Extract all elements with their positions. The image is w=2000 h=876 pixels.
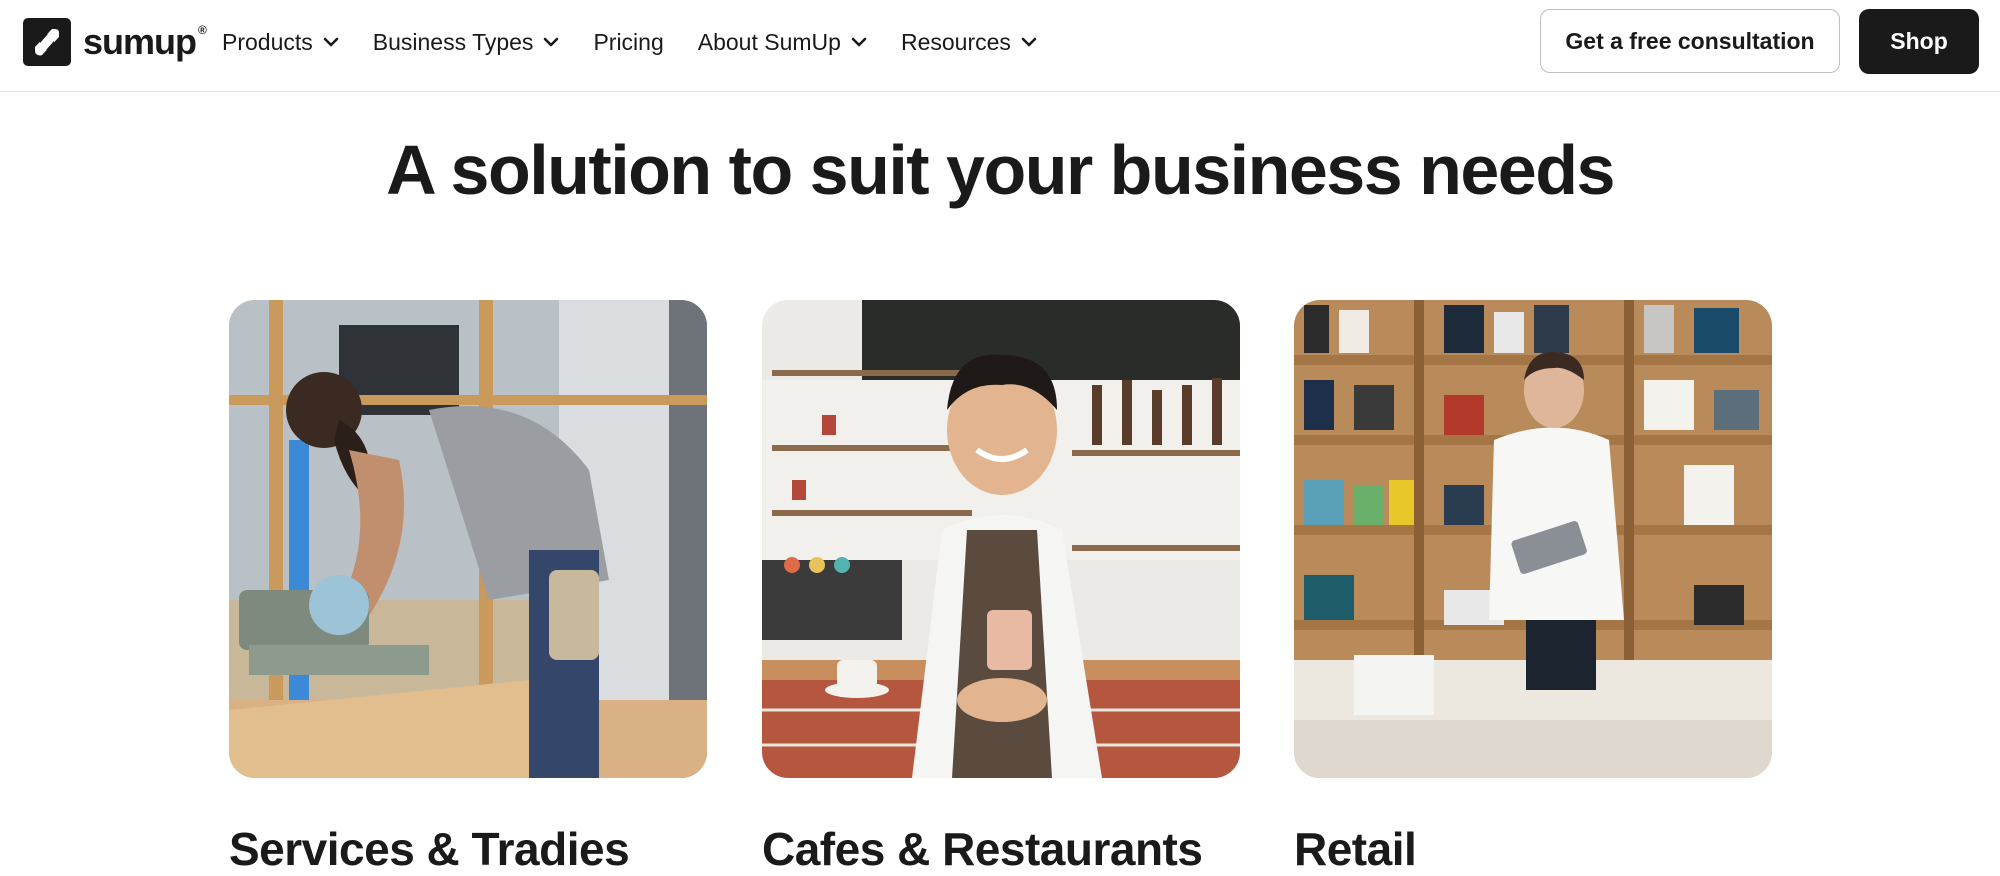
nav-item-label: Pricing bbox=[593, 28, 664, 55]
top-navigation: sumup ® Products Business Types Pricing A… bbox=[0, 0, 2000, 92]
chevron-down-icon bbox=[543, 37, 559, 47]
card-title[interactable]: Retail bbox=[1294, 822, 1774, 876]
card-image-barista bbox=[762, 300, 1240, 778]
business-card-cafes[interactable]: Cafes & Restaurants bbox=[762, 300, 1242, 876]
sumup-logo[interactable]: sumup ® bbox=[23, 18, 207, 66]
nav-item-business-types[interactable]: Business Types bbox=[373, 29, 560, 56]
nav-item-label: Business Types bbox=[372, 28, 534, 55]
nav-item-products[interactable]: Products bbox=[222, 29, 339, 56]
card-title[interactable]: Services & Tradies bbox=[229, 822, 709, 876]
business-card-services[interactable]: Services & Tradies bbox=[229, 300, 709, 876]
nav-item-label: Resources bbox=[900, 28, 1011, 55]
sumup-logo-icon bbox=[23, 18, 71, 66]
nav-item-label: About SumUp bbox=[697, 28, 841, 55]
chevron-down-icon bbox=[851, 37, 867, 47]
main-menu: Products Business Types Pricing About Su… bbox=[222, 0, 1071, 84]
card-image-retail bbox=[1294, 300, 1772, 778]
business-card-retail[interactable]: Retail bbox=[1294, 300, 1774, 876]
nav-item-pricing[interactable]: Pricing bbox=[593, 29, 663, 56]
shop-button[interactable]: Shop bbox=[1859, 9, 1979, 74]
section-heading: A solution to suit your business needs bbox=[386, 131, 1615, 209]
free-consultation-button[interactable]: Get a free consultation bbox=[1540, 9, 1840, 73]
card-title[interactable]: Cafes & Restaurants bbox=[762, 822, 1242, 876]
registered-mark: ® bbox=[198, 23, 207, 37]
nav-item-resources[interactable]: Resources bbox=[901, 29, 1037, 56]
card-image-tradie bbox=[229, 300, 707, 778]
chevron-down-icon bbox=[1021, 37, 1037, 47]
nav-item-label: Products bbox=[222, 28, 313, 55]
chevron-down-icon bbox=[323, 37, 339, 47]
nav-item-about-sumup[interactable]: About SumUp bbox=[698, 29, 867, 56]
logo-wordmark: sumup bbox=[83, 21, 197, 62]
